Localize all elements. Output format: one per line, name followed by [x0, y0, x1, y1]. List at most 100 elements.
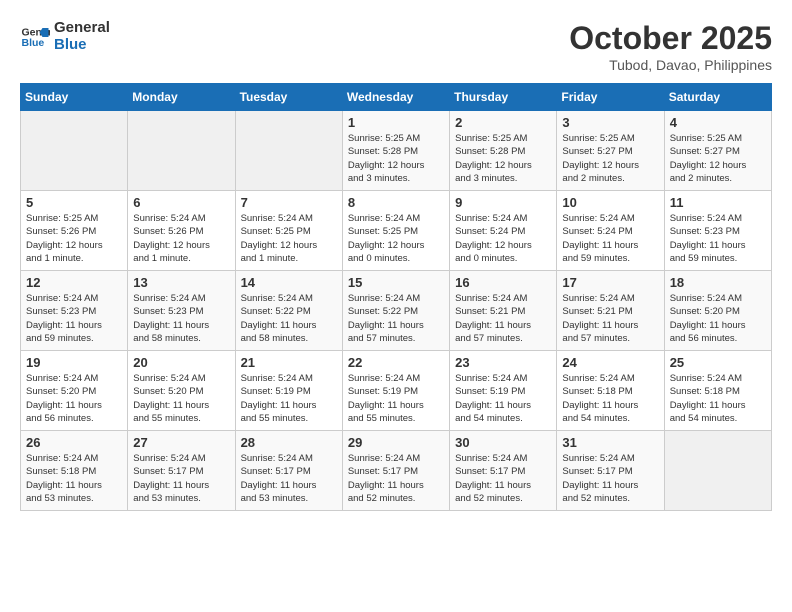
week-row-1: 1 Sunrise: 5:25 AM Sunset: 5:28 PM Daylig… — [21, 111, 772, 191]
day-number: 14 — [241, 275, 337, 290]
header-cell-saturday: Saturday — [664, 84, 771, 111]
day-info: Sunrise: 5:24 AM Sunset: 5:23 PM Dayligh… — [26, 292, 122, 345]
day-info: Sunrise: 5:25 AM Sunset: 5:27 PM Dayligh… — [562, 132, 658, 185]
day-cell: 29 Sunrise: 5:24 AM Sunset: 5:17 PM Dayli… — [342, 431, 449, 511]
day-cell: 30 Sunrise: 5:24 AM Sunset: 5:17 PM Dayli… — [450, 431, 557, 511]
day-number: 27 — [133, 435, 229, 450]
day-cell: 2 Sunrise: 5:25 AM Sunset: 5:28 PM Daylig… — [450, 111, 557, 191]
day-info: Sunrise: 5:24 AM Sunset: 5:20 PM Dayligh… — [133, 372, 229, 425]
month-title: October 2025 — [569, 20, 772, 57]
day-cell: 26Sunrise: 5:24 AM Sunset: 5:18 PM Dayli… — [21, 431, 128, 511]
header-cell-monday: Monday — [128, 84, 235, 111]
day-number: 13 — [133, 275, 229, 290]
day-cell: 24 Sunrise: 5:24 AM Sunset: 5:18 PM Dayli… — [557, 351, 664, 431]
day-number: 20 — [133, 355, 229, 370]
logo: General Blue General Blue — [20, 20, 110, 53]
day-info: Sunrise: 5:24 AM Sunset: 5:22 PM Dayligh… — [348, 292, 444, 345]
day-cell — [21, 111, 128, 191]
day-number: 25 — [670, 355, 766, 370]
week-row-3: 12 Sunrise: 5:24 AM Sunset: 5:23 PM Dayli… — [21, 271, 772, 351]
day-cell: 5 Sunrise: 5:25 AM Sunset: 5:26 PM Daylig… — [21, 191, 128, 271]
day-info: Sunrise: 5:25 AM Sunset: 5:28 PM Dayligh… — [348, 132, 444, 185]
header-cell-wednesday: Wednesday — [342, 84, 449, 111]
header-cell-friday: Friday — [557, 84, 664, 111]
logo-icon: General Blue — [20, 22, 50, 52]
day-cell: 28Sunrise: 5:24 AM Sunset: 5:17 PM Dayli… — [235, 431, 342, 511]
logo-general: General — [54, 20, 110, 37]
day-cell: 6Sunrise: 5:24 AM Sunset: 5:26 PM Daylig… — [128, 191, 235, 271]
calendar-table: SundayMondayTuesdayWednesdayThursdayFrid… — [20, 83, 772, 511]
day-info: Sunrise: 5:24 AM Sunset: 5:21 PM Dayligh… — [562, 292, 658, 345]
day-info: Sunrise: 5:24 AM Sunset: 5:20 PM Dayligh… — [670, 292, 766, 345]
day-number: 5 — [26, 195, 122, 210]
header-cell-thursday: Thursday — [450, 84, 557, 111]
day-cell: 8Sunrise: 5:24 AM Sunset: 5:25 PM Daylig… — [342, 191, 449, 271]
subtitle: Tubod, Davao, Philippines — [569, 57, 772, 73]
day-number: 24 — [562, 355, 658, 370]
day-number: 17 — [562, 275, 658, 290]
day-info: Sunrise: 5:24 AM Sunset: 5:19 PM Dayligh… — [241, 372, 337, 425]
day-cell: 19Sunrise: 5:24 AM Sunset: 5:20 PM Dayli… — [21, 351, 128, 431]
day-number: 16 — [455, 275, 551, 290]
day-cell: 10Sunrise: 5:24 AM Sunset: 5:24 PM Dayli… — [557, 191, 664, 271]
day-number: 11 — [670, 195, 766, 210]
day-cell: 14 Sunrise: 5:24 AM Sunset: 5:22 PM Dayli… — [235, 271, 342, 351]
day-info: Sunrise: 5:24 AM Sunset: 5:22 PM Dayligh… — [241, 292, 337, 345]
day-info: Sunrise: 5:24 AM Sunset: 5:17 PM Dayligh… — [455, 452, 551, 505]
day-cell: 15 Sunrise: 5:24 AM Sunset: 5:22 PM Dayli… — [342, 271, 449, 351]
day-number: 7 — [241, 195, 337, 210]
header-cell-tuesday: Tuesday — [235, 84, 342, 111]
day-cell: 16 Sunrise: 5:24 AM Sunset: 5:21 PM Dayli… — [450, 271, 557, 351]
week-row-2: 5 Sunrise: 5:25 AM Sunset: 5:26 PM Daylig… — [21, 191, 772, 271]
day-number: 1 — [348, 115, 444, 130]
day-number: 18 — [670, 275, 766, 290]
day-info: Sunrise: 5:24 AM Sunset: 5:24 PM Dayligh… — [562, 212, 658, 265]
logo-blue: Blue — [54, 37, 110, 54]
header: General Blue General Blue October 2025 T… — [20, 20, 772, 73]
day-cell: 3 Sunrise: 5:25 AM Sunset: 5:27 PM Daylig… — [557, 111, 664, 191]
day-cell: 12 Sunrise: 5:24 AM Sunset: 5:23 PM Dayli… — [21, 271, 128, 351]
day-number: 21 — [241, 355, 337, 370]
day-cell: 7Sunrise: 5:24 AM Sunset: 5:25 PM Daylig… — [235, 191, 342, 271]
header-cell-sunday: Sunday — [21, 84, 128, 111]
day-cell: 4 Sunrise: 5:25 AM Sunset: 5:27 PM Daylig… — [664, 111, 771, 191]
day-info: Sunrise: 5:25 AM Sunset: 5:26 PM Dayligh… — [26, 212, 122, 265]
day-cell: 11Sunrise: 5:24 AM Sunset: 5:23 PM Dayli… — [664, 191, 771, 271]
day-info: Sunrise: 5:24 AM Sunset: 5:21 PM Dayligh… — [455, 292, 551, 345]
day-info: Sunrise: 5:24 AM Sunset: 5:24 PM Dayligh… — [455, 212, 551, 265]
day-cell: 20 Sunrise: 5:24 AM Sunset: 5:20 PM Dayli… — [128, 351, 235, 431]
day-number: 4 — [670, 115, 766, 130]
day-number: 23 — [455, 355, 551, 370]
day-number: 9 — [455, 195, 551, 210]
day-info: Sunrise: 5:24 AM Sunset: 5:18 PM Dayligh… — [562, 372, 658, 425]
day-cell: 25 Sunrise: 5:24 AM Sunset: 5:18 PM Dayli… — [664, 351, 771, 431]
day-number: 30 — [455, 435, 551, 450]
day-info: Sunrise: 5:25 AM Sunset: 5:27 PM Dayligh… — [670, 132, 766, 185]
day-number: 2 — [455, 115, 551, 130]
day-cell: 31Sunrise: 5:24 AM Sunset: 5:17 PM Dayli… — [557, 431, 664, 511]
day-cell — [128, 111, 235, 191]
day-number: 15 — [348, 275, 444, 290]
day-info: Sunrise: 5:24 AM Sunset: 5:19 PM Dayligh… — [348, 372, 444, 425]
day-cell: 13 Sunrise: 5:24 AM Sunset: 5:23 PM Dayli… — [128, 271, 235, 351]
day-info: Sunrise: 5:25 AM Sunset: 5:28 PM Dayligh… — [455, 132, 551, 185]
day-cell — [664, 431, 771, 511]
day-cell: 9 Sunrise: 5:24 AM Sunset: 5:24 PM Daylig… — [450, 191, 557, 271]
day-number: 3 — [562, 115, 658, 130]
day-info: Sunrise: 5:24 AM Sunset: 5:23 PM Dayligh… — [133, 292, 229, 345]
day-number: 28 — [241, 435, 337, 450]
day-info: Sunrise: 5:24 AM Sunset: 5:17 PM Dayligh… — [133, 452, 229, 505]
day-cell: 18 Sunrise: 5:24 AM Sunset: 5:20 PM Dayli… — [664, 271, 771, 351]
week-row-5: 26Sunrise: 5:24 AM Sunset: 5:18 PM Dayli… — [21, 431, 772, 511]
day-info: Sunrise: 5:24 AM Sunset: 5:18 PM Dayligh… — [670, 372, 766, 425]
day-number: 12 — [26, 275, 122, 290]
day-cell: 22Sunrise: 5:24 AM Sunset: 5:19 PM Dayli… — [342, 351, 449, 431]
day-number: 29 — [348, 435, 444, 450]
day-info: Sunrise: 5:24 AM Sunset: 5:17 PM Dayligh… — [348, 452, 444, 505]
day-cell: 23Sunrise: 5:24 AM Sunset: 5:19 PM Dayli… — [450, 351, 557, 431]
week-row-4: 19 Sunrise: 5:24 AM Sunset: 5:20 PM Dayli… — [21, 351, 772, 431]
day-number: 19 — [26, 355, 122, 370]
day-number: 6 — [133, 195, 229, 210]
day-info: Sunrise: 5:24 AM Sunset: 5:18 PM Dayligh… — [26, 452, 122, 505]
day-cell: 21 Sunrise: 5:24 AM Sunset: 5:19 PM Dayli… — [235, 351, 342, 431]
